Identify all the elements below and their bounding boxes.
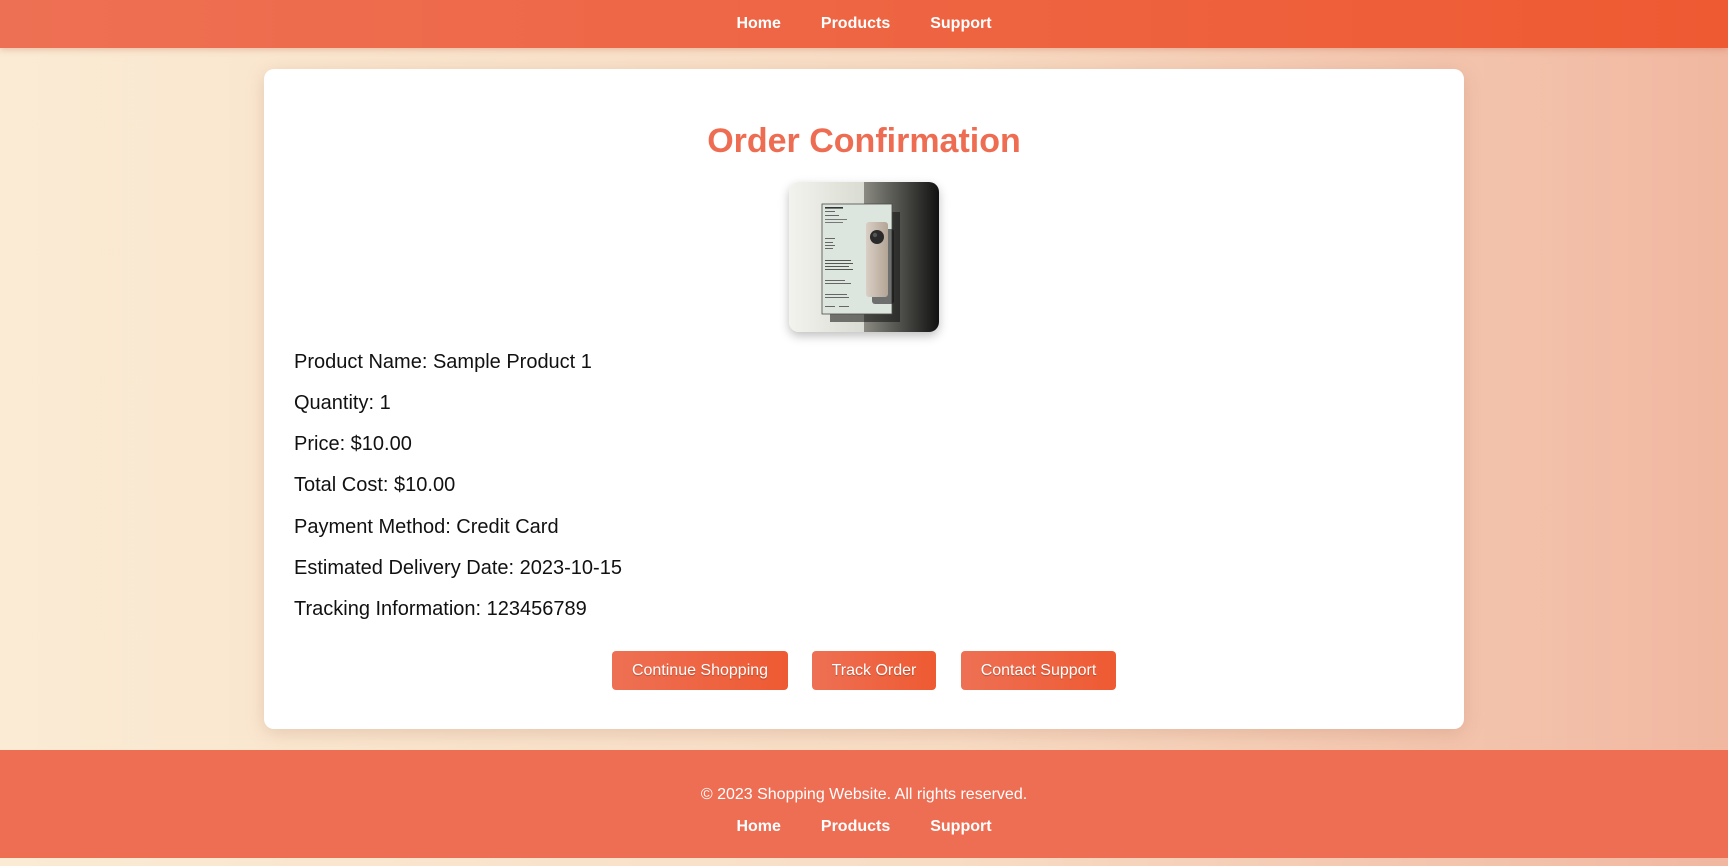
product-photo-icon	[789, 182, 939, 332]
delivery-date-text: Estimated Delivery Date: 2023-10-15	[294, 557, 622, 579]
top-navigation: Home Products Support	[0, 0, 1728, 48]
tracking-info-text: Tracking Information: 123456789	[294, 598, 587, 620]
total-cost-text: Total Cost: $10.00	[294, 474, 456, 496]
track-order-button[interactable]: Track Order	[812, 651, 936, 690]
continue-shopping-button[interactable]: Continue Shopping	[612, 651, 788, 690]
nav-products-link[interactable]: Products	[821, 15, 890, 33]
nav-home-link[interactable]: Home	[736, 15, 780, 33]
price-text: Price: $10.00	[294, 433, 412, 455]
footer-products-link[interactable]: Products	[821, 818, 890, 836]
nav-support-link[interactable]: Support	[930, 15, 991, 33]
product-image	[789, 182, 939, 332]
product-name-text: Product Name: Sample Product 1	[294, 351, 592, 373]
copyright-text: © 2023 Shopping Website. All rights rese…	[700, 786, 1028, 803]
footer-navigation: Home Products Support	[0, 818, 1728, 836]
page-title: Order Confirmation	[707, 122, 1021, 160]
payment-method-text: Payment Method: Credit Card	[294, 516, 559, 538]
footer-home-link[interactable]: Home	[736, 818, 780, 836]
footer-support-link[interactable]: Support	[930, 818, 991, 836]
page-footer	[0, 750, 1728, 858]
order-confirmation-card	[264, 69, 1464, 729]
contact-support-button[interactable]: Contact Support	[961, 651, 1116, 690]
quantity-text: Quantity: 1	[294, 392, 391, 414]
